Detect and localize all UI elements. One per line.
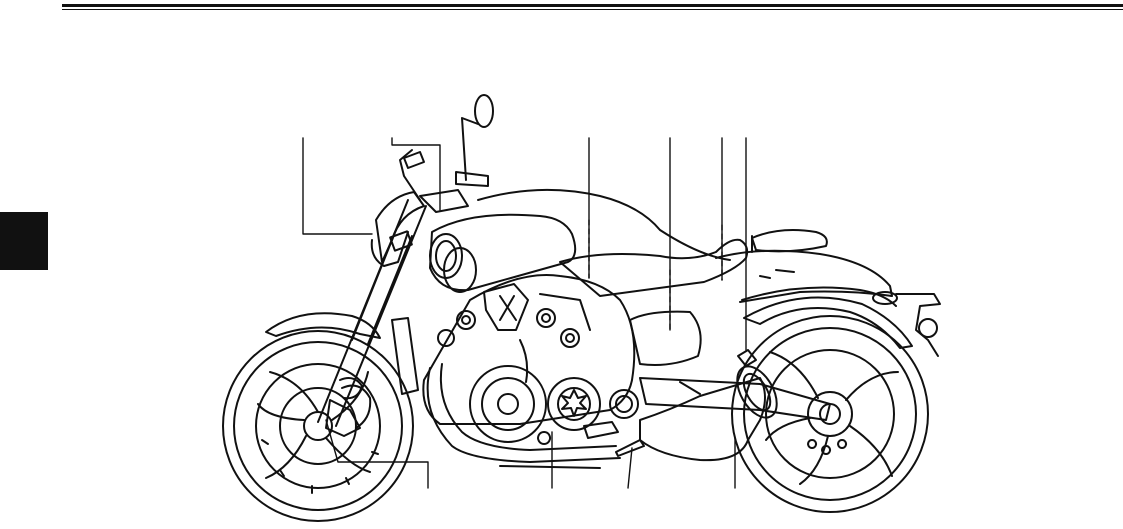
callout-line-1 bbox=[302, 137, 373, 235]
callout-line-9 bbox=[627, 447, 633, 489]
front-fender bbox=[265, 312, 381, 339]
engine-block bbox=[422, 274, 636, 425]
callout-leaders-bottom bbox=[325, 419, 736, 489]
callout-leaders-top bbox=[302, 137, 747, 351]
handlebar-mirror bbox=[399, 94, 494, 213]
swingarm bbox=[639, 377, 831, 421]
front-wheel bbox=[222, 330, 414, 522]
air-intake bbox=[429, 188, 731, 293]
engine-covers bbox=[469, 365, 639, 443]
rear-tail bbox=[715, 249, 941, 357]
side-cover bbox=[629, 310, 702, 366]
rear-fender bbox=[743, 296, 913, 349]
callout-line-2 bbox=[391, 137, 441, 211]
footpeg bbox=[615, 439, 645, 457]
motorcycle-diagram bbox=[222, 94, 941, 522]
